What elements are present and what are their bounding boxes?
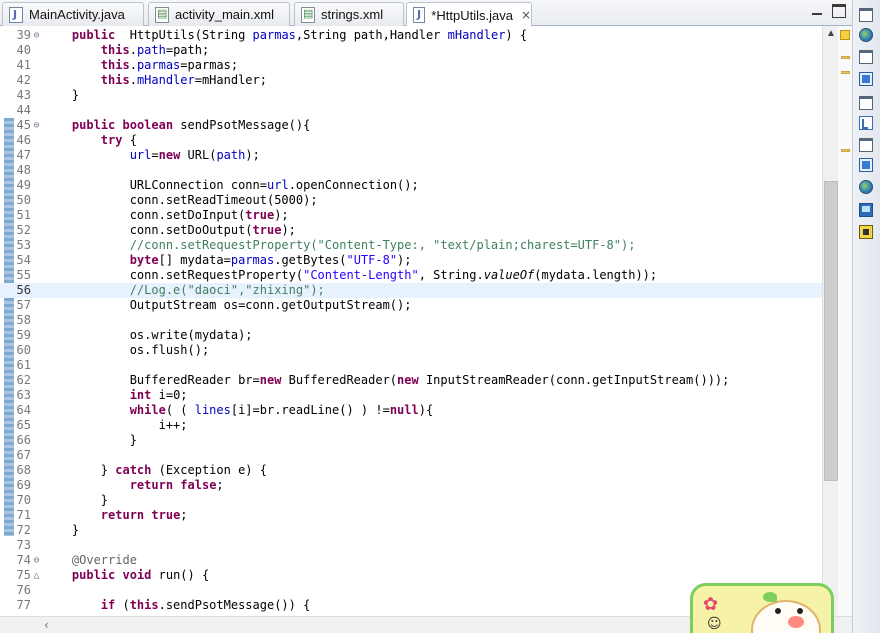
view-icon[interactable] xyxy=(859,138,873,152)
scroll-up-icon[interactable]: ▲ xyxy=(826,28,836,39)
minimize-icon[interactable] xyxy=(810,4,824,18)
code-line: 74 ⊖ @Override xyxy=(16,553,137,568)
face-icon xyxy=(751,600,821,633)
tab-label: activity_main.xml xyxy=(175,7,274,22)
restore-view-icon[interactable] xyxy=(859,8,873,22)
sticker-glyph: ☺ xyxy=(707,616,722,632)
code-line: 53 //conn.setRequestProperty("Content-Ty… xyxy=(16,238,636,252)
devices-icon[interactable] xyxy=(859,180,873,194)
java-file-icon xyxy=(9,6,23,23)
code-line: 47 url=new URL(path); xyxy=(16,148,260,162)
annotation-marker[interactable] xyxy=(841,71,850,74)
code-line: 49 URLConnection conn=url.openConnection… xyxy=(16,178,419,192)
code-line: 73 xyxy=(16,538,31,552)
code-line: 42 this.mHandler=mHandler; xyxy=(16,73,267,87)
xml-file-icon xyxy=(155,6,169,23)
java-file-icon xyxy=(413,7,426,23)
code-line: 48 xyxy=(16,163,31,177)
code-line: 43 } xyxy=(16,88,80,102)
code-line: 68 } catch (Exception e) { xyxy=(16,463,267,477)
scroll-left-icon[interactable]: ‹ xyxy=(44,618,49,632)
tab-activity-main-xml[interactable]: activity_main.xml xyxy=(148,2,290,26)
code-line: 62 BufferedReader br=new BufferedReader(… xyxy=(16,373,730,387)
code-line: 45 ⊖ public boolean sendPsotMessage(){ xyxy=(16,118,311,133)
code-editor[interactable]: 39 ⊖ public HttpUtils(String parmas,Strin… xyxy=(0,26,852,616)
code-line: 72 } xyxy=(16,523,80,537)
code-line: 54 byte[] mydata=parmas.getBytes("UTF-8"… xyxy=(16,253,412,267)
right-trim-toolbar xyxy=(852,0,880,633)
tab-http-utils[interactable]: *HttpUtils.java × xyxy=(406,2,532,27)
fold-toggle-icon[interactable]: ⊖ xyxy=(31,553,42,568)
code-line: 67 xyxy=(16,448,31,462)
code-line: 46 try { xyxy=(16,133,137,147)
code-line: 51 conn.setDoInput(true); xyxy=(16,208,289,222)
editor-tab-bar: MainActivity.java activity_main.xml stri… xyxy=(0,0,852,27)
tab-label: MainActivity.java xyxy=(29,7,125,22)
code-line: 57 OutputStream os=conn.getOutputStream(… xyxy=(16,298,412,312)
close-icon[interactable]: × xyxy=(521,8,531,22)
view-icon[interactable] xyxy=(859,96,873,110)
cheek-icon xyxy=(788,616,804,628)
code-line: 44 xyxy=(16,103,31,117)
code-line: 41 this.parmas=parmas; xyxy=(16,58,239,72)
tab-label: *HttpUtils.java xyxy=(431,7,513,23)
code-line: 60 os.flush(); xyxy=(16,343,210,357)
hierarchy-icon[interactable] xyxy=(859,116,873,130)
tab-main-activity[interactable]: MainActivity.java xyxy=(2,2,144,26)
code-line: 75 △ public void run() { xyxy=(16,568,210,583)
decorative-sticker: ✿ ☺ xyxy=(690,583,834,633)
code-line: 52 conn.setDoOutput(true); xyxy=(16,223,296,237)
current-code-line: 56 //Log.e("daoci","zhixing"); xyxy=(0,283,822,298)
code-line: 58 xyxy=(16,313,31,327)
outline-icon[interactable] xyxy=(859,72,873,86)
code-line: 64 while( ( lines[i]=br.readLine() ) !=n… xyxy=(16,403,434,417)
code-line: 50 conn.setReadTimeout(5000); xyxy=(16,193,318,207)
xml-file-icon xyxy=(301,6,315,23)
fold-toggle-icon[interactable]: ⊖ xyxy=(31,28,42,43)
console-icon[interactable] xyxy=(859,203,873,217)
tab-label: strings.xml xyxy=(321,7,384,22)
code-line: 65 i++; xyxy=(16,418,188,432)
code-line: 63 int i=0; xyxy=(16,388,188,402)
annotation-marker[interactable] xyxy=(841,149,850,152)
sticker-glyph: ✿ xyxy=(703,594,719,615)
annotation-marker[interactable] xyxy=(841,56,850,59)
view-icon[interactable] xyxy=(859,50,873,64)
code-line: 69 return false; xyxy=(16,478,224,492)
search-icon[interactable] xyxy=(859,158,873,172)
scrollbar-thumb[interactable] xyxy=(824,181,838,481)
overview-ruler[interactable] xyxy=(838,26,852,616)
code-line: 70 } xyxy=(16,493,109,507)
logcat-icon[interactable] xyxy=(859,225,873,239)
code-line: 66 } xyxy=(16,433,137,447)
code-line: 55 conn.setRequestProperty("Content-Leng… xyxy=(16,268,658,282)
eye-icon xyxy=(797,608,803,614)
fold-toggle-icon[interactable]: ⊖ xyxy=(31,118,42,133)
eye-icon xyxy=(775,608,781,614)
override-marker-icon[interactable]: △ xyxy=(31,568,42,583)
tab-strings-xml[interactable]: strings.xml xyxy=(294,2,404,26)
code-content[interactable]: 39 ⊖ public HttpUtils(String parmas,Strin… xyxy=(0,28,822,613)
code-line: 61 xyxy=(16,358,31,372)
code-line: 71 return true; xyxy=(16,508,188,522)
code-line: 40 this.path=path; xyxy=(16,43,210,57)
warning-icon[interactable] xyxy=(840,30,850,40)
vertical-scrollbar[interactable]: ▲ xyxy=(822,26,838,616)
code-line: 39 ⊖ public HttpUtils(String parmas,Strin… xyxy=(16,28,528,43)
maximize-icon[interactable] xyxy=(832,4,846,18)
android-sdk-icon[interactable] xyxy=(859,28,873,42)
code-line: 59 os.write(mydata); xyxy=(16,328,253,342)
